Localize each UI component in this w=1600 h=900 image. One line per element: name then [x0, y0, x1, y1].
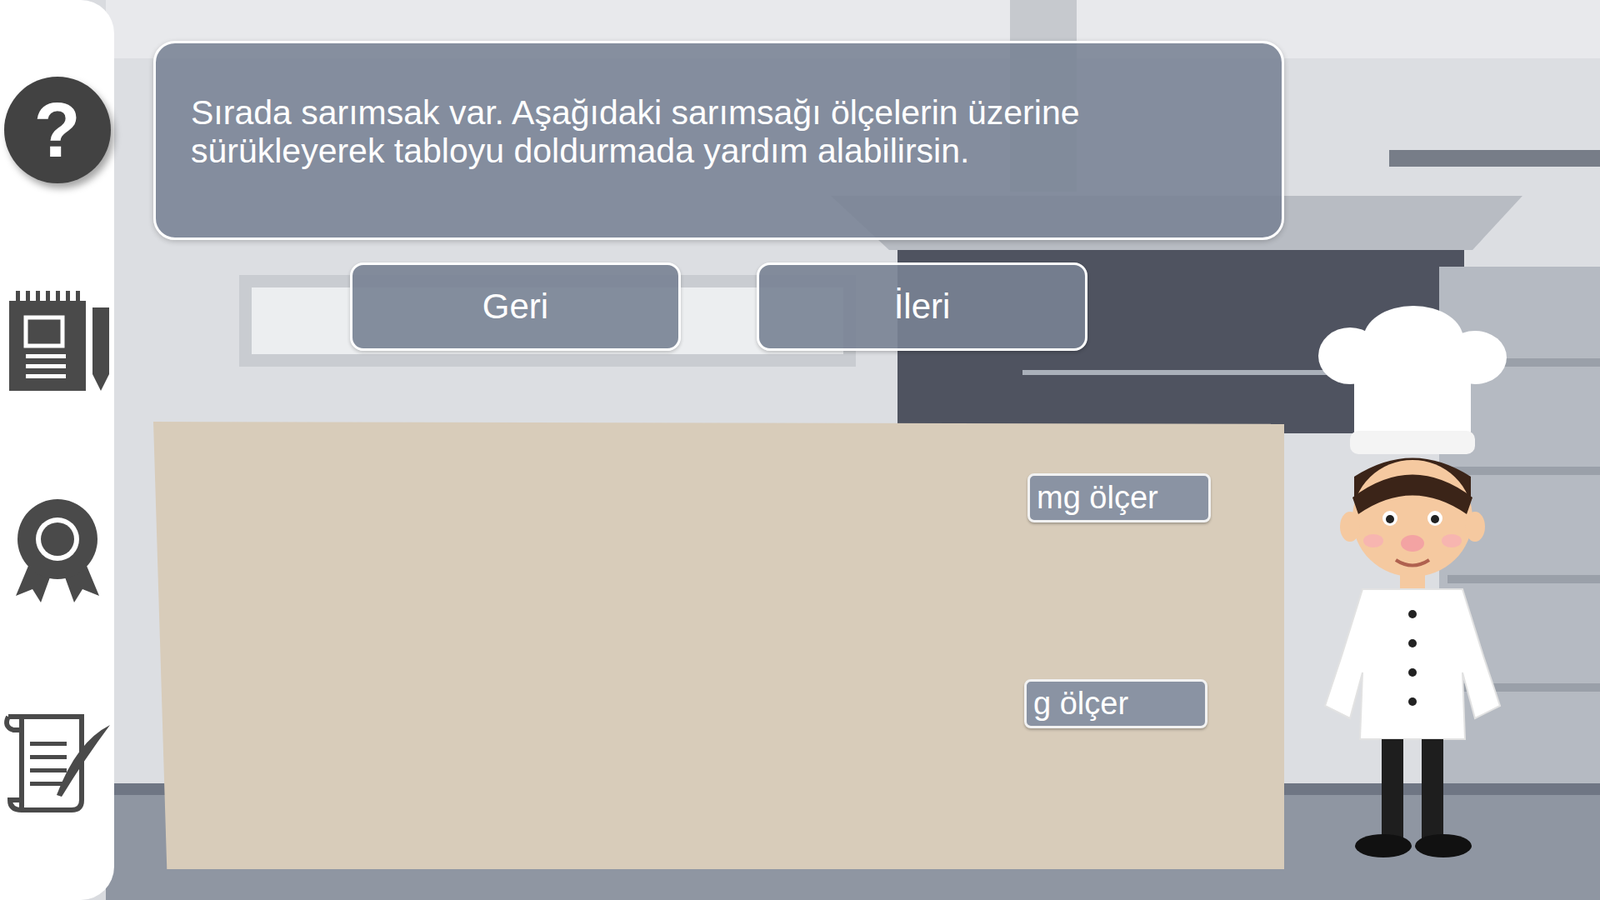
help-icon: ?	[4, 76, 111, 184]
chef-figure	[1316, 305, 1510, 867]
achievements-button[interactable]	[1, 495, 114, 607]
game-content: Sırada sarımsak var. Aşağıdaki sarımsağı…	[105, 0, 1285, 870]
next-button[interactable]: İleri	[756, 262, 1088, 351]
notepad-icon	[4, 287, 111, 395]
scale-tool[interactable]: g ölçer	[1024, 679, 1208, 729]
sidebar: ?	[0, 0, 115, 900]
kitchen-scene: Sırada sarımsak var. Aşağıdaki sarımsağı…	[105, 0, 1600, 900]
game-screen: ? Sırada sarımsak var. Aşağıdaki sarımsağ…	[0, 0, 1600, 900]
instructions-button[interactable]	[1, 705, 114, 818]
help-button[interactable]: ?	[1, 74, 114, 186]
badge-icon	[4, 497, 111, 605]
back-button[interactable]: Geri	[350, 262, 681, 351]
instruction-dialog: Sırada sarımsak var. Aşağıdaki sarımsağı…	[153, 40, 1285, 240]
scroll-quill-icon	[1, 708, 114, 815]
nav-row: Geri İleri	[350, 262, 1285, 351]
scale-tool[interactable]: mg ölçer	[1027, 473, 1211, 523]
work-table: mg ölçer g ölçer	[153, 421, 1285, 870]
notes-button[interactable]	[1, 285, 114, 397]
